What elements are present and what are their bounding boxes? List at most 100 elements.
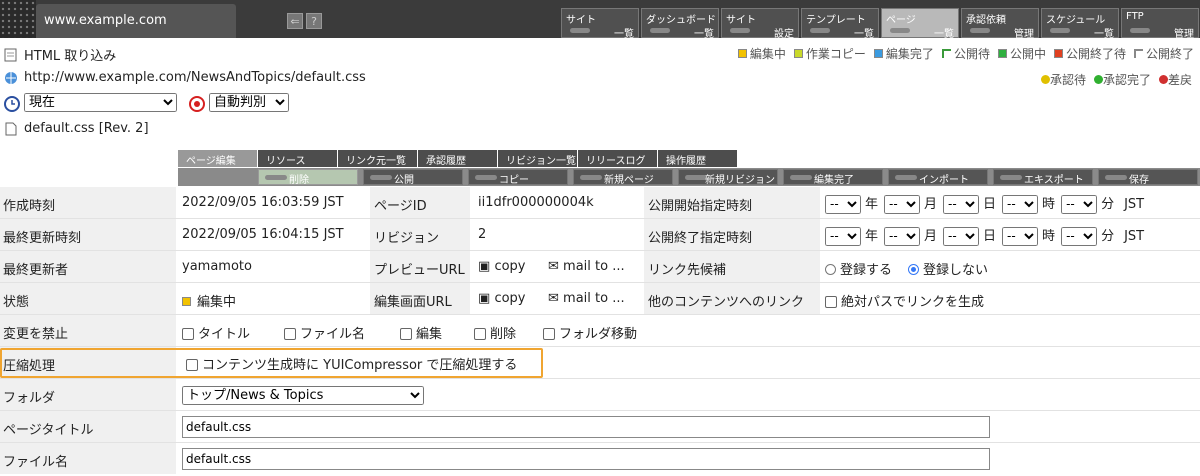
edit-copy-link[interactable]: ▣ copy bbox=[478, 291, 525, 306]
globe-icon bbox=[4, 71, 18, 85]
pub-end-datetime: -- 年 -- 月 -- 日 -- 時 -- 分 JST bbox=[825, 225, 1150, 246]
pub-start-hour[interactable]: -- bbox=[1002, 194, 1039, 214]
save-button[interactable]: 保存 bbox=[1098, 169, 1198, 186]
pub-start-year[interactable]: -- bbox=[825, 194, 861, 214]
no-register-radio[interactable]: 登録しない bbox=[908, 259, 988, 278]
tab-release-log[interactable]: リリースログ bbox=[578, 150, 658, 167]
page-title-input[interactable] bbox=[182, 416, 990, 438]
menu-dashboard[interactable]: ダッシュボード 一覧 bbox=[641, 8, 719, 40]
tab-revisions[interactable]: リビジョン一覧 bbox=[498, 150, 578, 167]
pub-start-month[interactable]: -- bbox=[884, 194, 921, 214]
legend-item: 公開中 bbox=[997, 45, 1046, 62]
file-row: default.css [Rev. 2] bbox=[4, 121, 149, 136]
action-bar: 削除 公開 コピー 新規ページ 新規リビジョン 編集完了 インポート エキスポー… bbox=[178, 168, 1200, 186]
url-row: http://www.example.com/NewsAndTopics/def… bbox=[4, 70, 366, 85]
row-page-title: ページタイトル bbox=[0, 411, 1200, 443]
updated-value: 2022/09/05 16:04:15 JST bbox=[182, 227, 344, 242]
lock-filename-checkbox[interactable]: ファイル名 bbox=[284, 323, 365, 342]
delete-button[interactable]: 削除 bbox=[258, 169, 358, 186]
edit-mail-link[interactable]: ✉ mail to ... bbox=[548, 291, 625, 306]
legend-item: 編集完了 bbox=[873, 45, 934, 62]
link-candidate-label: リンク先候補 bbox=[644, 251, 820, 282]
edit-complete-button[interactable]: 編集完了 bbox=[783, 169, 883, 186]
lock-move-checkbox[interactable]: フォルダ移動 bbox=[543, 323, 637, 342]
folder-label: フォルダ bbox=[0, 379, 176, 410]
updated-label: 最終更新時刻 bbox=[0, 219, 176, 250]
menu-approval[interactable]: 承認依頼 管理 bbox=[961, 8, 1039, 40]
folder-select[interactable]: トップ/News & Topics bbox=[182, 386, 424, 405]
page-id-label: ページID bbox=[370, 187, 470, 218]
tab-link-sources[interactable]: リンク元一覧 bbox=[338, 150, 418, 167]
tab-resources[interactable]: リソース bbox=[258, 150, 338, 167]
menu-page-list[interactable]: ページ 一覧 bbox=[881, 8, 959, 40]
top-bar: www.example.com ⇐ ? サイト 一覧 ダッシュボード 一覧 サイト設… bbox=[0, 0, 1200, 40]
pub-end-day[interactable]: -- bbox=[943, 226, 980, 246]
menu-schedule[interactable]: スケジュール 一覧 bbox=[1041, 8, 1119, 40]
row-updater: 最終更新者 yamamoto プレビューURL ▣ copy ✉ mail to… bbox=[0, 251, 1200, 283]
lock-delete-checkbox[interactable]: 削除 bbox=[474, 323, 516, 342]
import-label: HTML 取り込み bbox=[24, 49, 117, 64]
legend-item: 差戻 bbox=[1158, 71, 1192, 88]
html-import-row[interactable]: HTML 取り込み bbox=[4, 45, 116, 64]
pub-start-datetime: -- 年 -- 月 -- 日 -- 時 -- 分 JST bbox=[825, 193, 1150, 214]
new-revision-button[interactable]: 新規リビジョン bbox=[678, 169, 778, 186]
status-value: 編集中 bbox=[182, 291, 236, 310]
file-name-revision: default.css [Rev. 2] bbox=[24, 121, 149, 136]
legend-item: 公開終了 bbox=[1133, 45, 1194, 62]
pub-start-day[interactable]: -- bbox=[943, 194, 980, 214]
publish-button[interactable]: 公開 bbox=[363, 169, 463, 186]
pub-end-hour[interactable]: -- bbox=[1002, 226, 1039, 246]
compress-checkbox[interactable]: コンテンツ生成時に YUICompressor で圧縮処理する bbox=[186, 354, 517, 373]
edit-url-label: 編集画面URL bbox=[370, 283, 470, 314]
revision-label: リビジョン bbox=[370, 219, 470, 250]
pub-end-year[interactable]: -- bbox=[825, 226, 861, 246]
lock-edit-checkbox[interactable]: 編集 bbox=[400, 323, 442, 342]
status-label: 状態 bbox=[0, 283, 176, 314]
pub-end-month[interactable]: -- bbox=[884, 226, 921, 246]
legend-item: 承認待 bbox=[1040, 71, 1086, 88]
pub-start-minute[interactable]: -- bbox=[1061, 194, 1098, 214]
absolute-path-checkbox[interactable]: 絶対パスでリンクを生成 bbox=[825, 291, 984, 310]
created-value: 2022/09/05 16:03:59 JST bbox=[182, 195, 344, 210]
row-folder: フォルダ トップ/News & Topics bbox=[0, 379, 1200, 411]
lock-title-checkbox[interactable]: タイトル bbox=[182, 323, 250, 342]
copy-icon: ▣ bbox=[478, 291, 491, 306]
preview-url-label: プレビューURL bbox=[370, 251, 470, 282]
target-icon bbox=[189, 95, 205, 112]
row-status: 状態 編集中 編集画面URL ▣ copy ✉ mail to ... 他のコン… bbox=[0, 283, 1200, 315]
back-icon[interactable]: ⇐ bbox=[287, 13, 303, 29]
import-icon bbox=[4, 48, 18, 62]
file-icon bbox=[4, 122, 18, 136]
import-button[interactable]: インポート bbox=[888, 169, 988, 186]
menu-template-list[interactable]: テンプレート 一覧 bbox=[801, 8, 879, 40]
created-label: 作成時刻 bbox=[0, 187, 176, 218]
status-badge bbox=[182, 297, 191, 306]
copy-icon: ▣ bbox=[478, 259, 491, 274]
compress-label: 圧縮処理 bbox=[0, 347, 176, 378]
pub-end-minute[interactable]: -- bbox=[1061, 226, 1098, 246]
new-page-button[interactable]: 新規ページ bbox=[573, 169, 673, 186]
file-name-input[interactable] bbox=[182, 448, 990, 470]
export-button[interactable]: エキスポート bbox=[993, 169, 1093, 186]
legend-item: 公開待 bbox=[941, 45, 990, 62]
time-select[interactable]: 現在 bbox=[24, 93, 177, 112]
revision-value: 2 bbox=[478, 227, 487, 242]
tab-page-edit[interactable]: ページ編集 bbox=[178, 150, 258, 167]
legend-item: 作業コピー bbox=[793, 45, 866, 62]
register-radio[interactable]: 登録する bbox=[825, 259, 892, 278]
copy-button[interactable]: コピー bbox=[468, 169, 568, 186]
lock-label: 変更を禁止 bbox=[0, 315, 176, 346]
tab-approval-history[interactable]: 承認履歴 bbox=[418, 150, 498, 167]
menu-site-settings[interactable]: サイト 設定 bbox=[721, 8, 799, 40]
menu-site-list[interactable]: サイト 一覧 bbox=[561, 8, 639, 40]
encoding-select[interactable]: 自動判別 bbox=[209, 93, 289, 112]
row-created: 作成時刻 2022/09/05 16:03:59 JST ページID ii1df… bbox=[0, 187, 1200, 219]
help-icon[interactable]: ? bbox=[306, 13, 322, 29]
legend-item: 承認完了 bbox=[1093, 71, 1151, 88]
menu-ftp[interactable]: FTP 管理 bbox=[1121, 8, 1199, 40]
site-name-tab[interactable]: www.example.com bbox=[36, 4, 236, 38]
updater-value: yamamoto bbox=[182, 259, 252, 274]
preview-copy-link[interactable]: ▣ copy bbox=[478, 259, 525, 274]
preview-mail-link[interactable]: ✉ mail to ... bbox=[548, 259, 625, 274]
tab-operation-history[interactable]: 操作履歴 bbox=[658, 150, 738, 167]
